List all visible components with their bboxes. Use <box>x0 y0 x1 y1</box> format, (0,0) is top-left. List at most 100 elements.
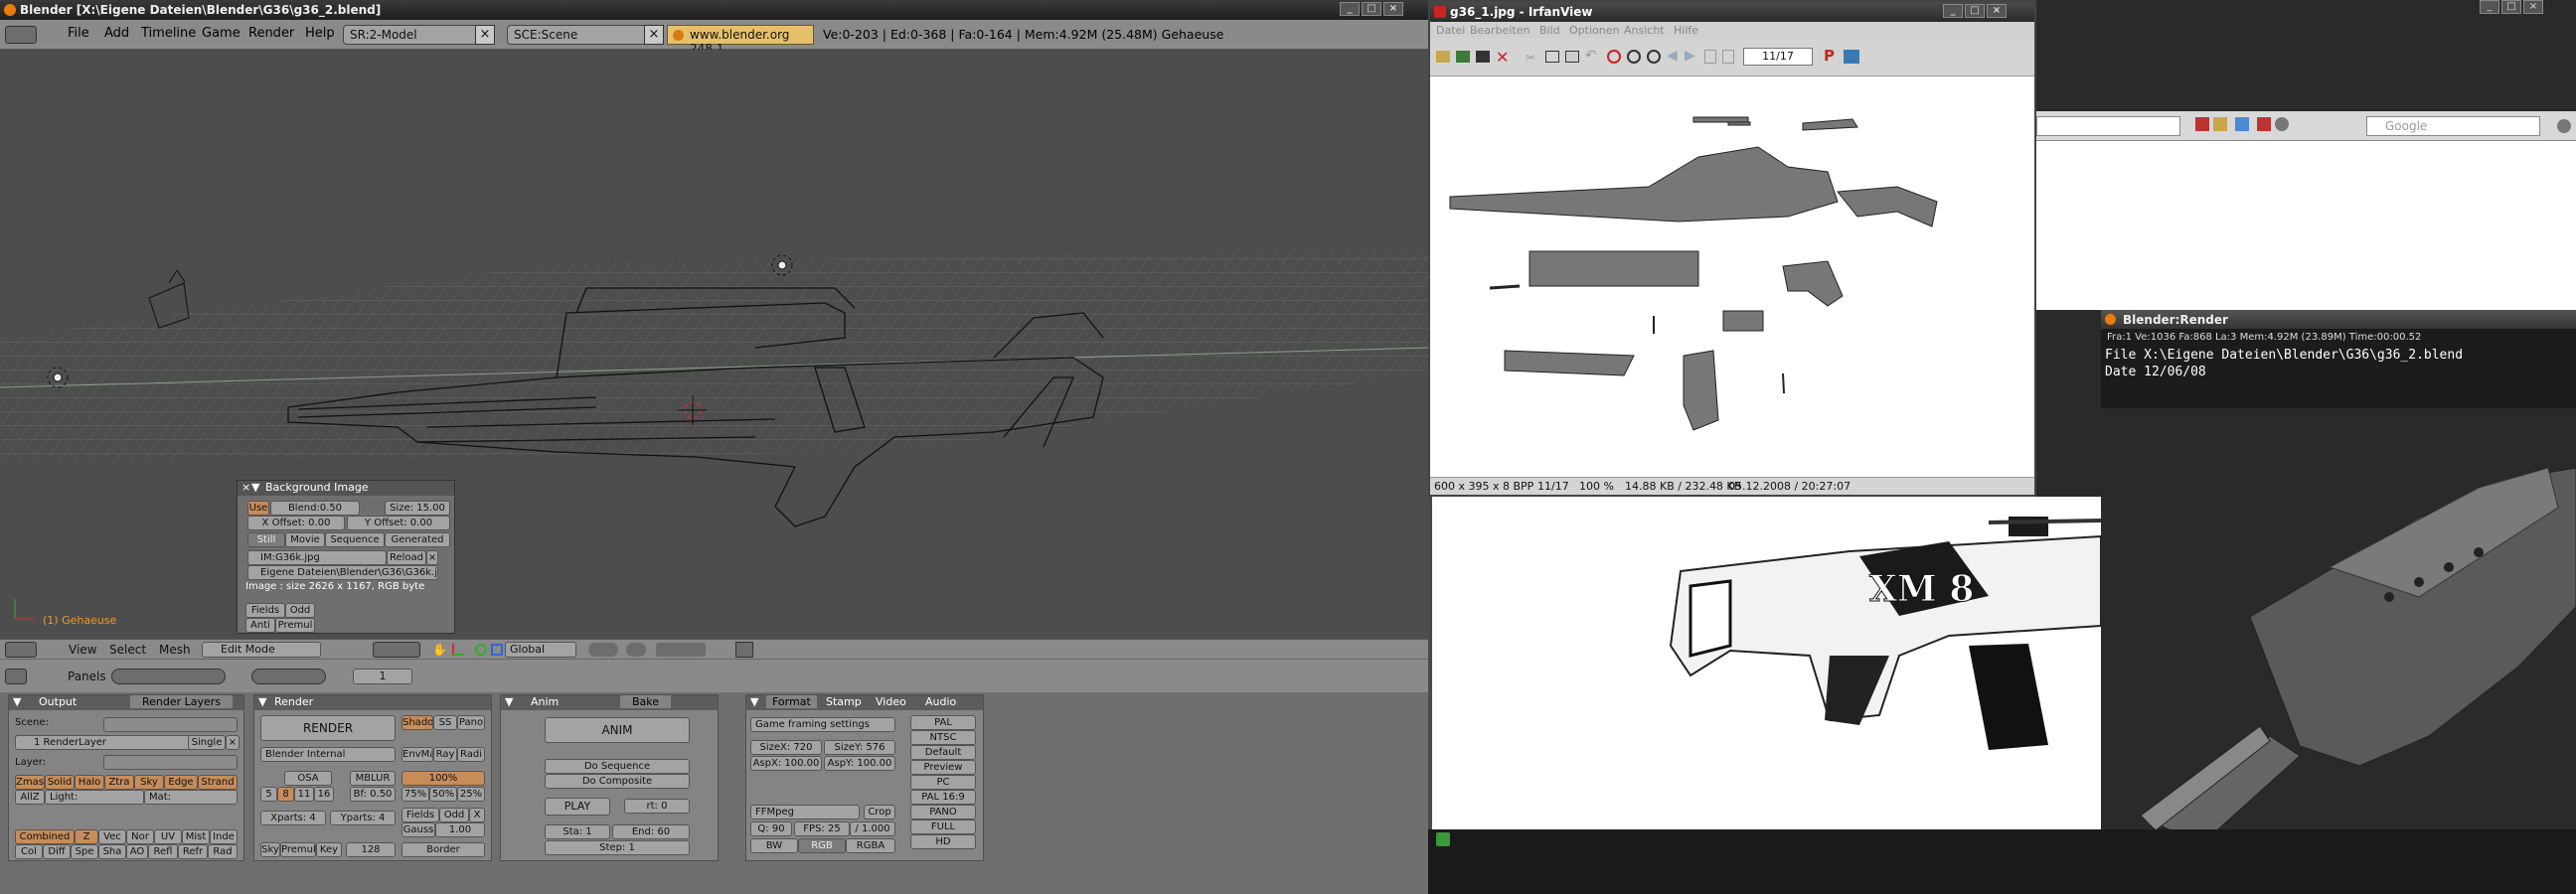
close-button[interactable]: × <box>2523 0 2543 14</box>
solid-toggle[interactable]: Solid <box>45 775 75 790</box>
orientation-selector[interactable]: Global <box>505 642 576 658</box>
tab-anim[interactable]: Anim <box>531 695 559 708</box>
zoom-in-icon[interactable] <box>1627 50 1641 64</box>
blend-slider[interactable]: Blend:0.50 <box>270 501 360 516</box>
page-counter[interactable]: 11/17 <box>1743 48 1813 66</box>
filter-size-field[interactable]: 1.00 <box>435 822 485 837</box>
play-button[interactable]: PLAY <box>545 798 610 816</box>
edge-toggle[interactable]: Edge <box>164 775 198 790</box>
undo-icon[interactable]: ↶ <box>1585 48 1597 64</box>
tab-render[interactable]: Render <box>274 695 313 708</box>
preset-pc[interactable]: PC <box>910 775 976 790</box>
do-sequence-toggle[interactable]: Do Sequence <box>545 759 690 774</box>
address-bar[interactable] <box>2036 116 2180 136</box>
shadow-toggle[interactable]: Shado <box>402 715 433 730</box>
fields-toggle[interactable]: Fields <box>245 603 285 618</box>
premul-toggle[interactable]: Premul <box>275 618 315 633</box>
tab-sequence[interactable]: Sequence <box>325 532 385 547</box>
image-close-button[interactable]: × <box>426 550 438 565</box>
blur-factor-field[interactable]: Bf: 0.50 <box>350 787 396 802</box>
menu-mesh[interactable]: Mesh <box>159 643 191 657</box>
layer-delete-button[interactable]: × <box>226 735 240 750</box>
translate-manipulator-icon[interactable] <box>452 644 464 656</box>
tab-still[interactable]: Still <box>247 532 285 547</box>
open-icon[interactable] <box>1436 51 1450 63</box>
addon-icon[interactable] <box>2195 117 2209 131</box>
pass-shadow[interactable]: Sha <box>98 844 126 859</box>
delete-icon[interactable]: ✕ <box>1496 48 1509 67</box>
menu-hilfe[interactable]: Hilfe <box>1674 24 1698 37</box>
minimize-button[interactable]: _ <box>2480 0 2499 14</box>
3d-viewport[interactable]: (1) Gehaeuse <box>0 50 1428 639</box>
tab-stamp[interactable]: Stamp <box>826 695 862 708</box>
menu-bearbeiten[interactable]: Bearbeiten <box>1470 24 1530 37</box>
collapse-icon[interactable]: ▼ <box>258 695 266 708</box>
fields-toggle[interactable]: Fields <box>402 808 439 822</box>
mat-field[interactable]: Mat: <box>144 790 238 805</box>
pass-spec[interactable]: Spe <box>71 844 98 859</box>
menu-ansicht[interactable]: Ansicht <box>1624 24 1665 37</box>
yparts-field[interactable]: Yparts: 4 <box>330 811 396 825</box>
menu-view[interactable]: View <box>69 643 96 657</box>
search-engine-icon[interactable] <box>2557 119 2571 133</box>
aspy-field[interactable]: AspY: 100.00 <box>824 756 895 771</box>
osa-16[interactable]: 16 <box>314 787 334 802</box>
pass-diff[interactable]: Diff <box>43 844 71 859</box>
collapse-icon[interactable]: ▼ <box>505 695 513 708</box>
menu-bild[interactable]: Bild <box>1539 24 1560 37</box>
preset-pano[interactable]: PANO <box>910 805 976 820</box>
pass-ao[interactable]: AO <box>126 844 148 859</box>
fps-base-field[interactable]: / 1.000 <box>850 821 895 836</box>
ss-toggle[interactable]: SS <box>433 715 457 730</box>
x-toggle[interactable]: X <box>469 808 485 822</box>
pass-mist[interactable]: Mist <box>182 829 210 844</box>
halo-toggle[interactable]: Halo <box>75 775 104 790</box>
mblur-toggle[interactable]: MBLUR <box>350 771 396 786</box>
sizey-field[interactable]: SizeY: 576 <box>824 740 895 755</box>
aspx-field[interactable]: AspX: 100.00 <box>750 756 822 771</box>
pass-refl[interactable]: Refl <box>148 844 178 859</box>
sizex-field[interactable]: SizeX: 720 <box>750 740 822 755</box>
preset-hd[interactable]: HD <box>910 834 976 849</box>
do-composite-toggle[interactable]: Do Composite <box>545 774 690 789</box>
paste-icon[interactable] <box>1565 51 1579 63</box>
odd-toggle[interactable]: Odd <box>285 603 315 618</box>
tab-video[interactable]: Video <box>876 695 906 708</box>
menu-timeline[interactable]: Timeline <box>141 26 196 41</box>
image-name-field[interactable]: IM:G36k.jpg <box>247 550 387 565</box>
mode-selector[interactable]: Edit Mode <box>202 642 321 658</box>
layer-buttons[interactable] <box>103 755 238 770</box>
single-toggle[interactable]: Single <box>188 735 226 750</box>
file-format-selector[interactable]: FFMpeg <box>750 805 860 820</box>
tab-output[interactable]: Output <box>39 695 77 708</box>
anim-button[interactable]: ANIM <box>545 717 690 743</box>
addon-icon[interactable] <box>2213 117 2227 131</box>
close-button[interactable]: × <box>1987 4 2007 18</box>
size-100-button[interactable]: 100% <box>402 771 485 786</box>
game-framing-button[interactable]: Game framing settings <box>750 717 895 732</box>
premul-button[interactable]: Premul <box>280 842 316 857</box>
image-path-field[interactable]: Eigene Dateien\Blender\G36\G36k.jpg <box>247 565 438 580</box>
menu-optionen[interactable]: Optionen <box>1569 24 1619 37</box>
close-button[interactable]: × <box>1383 2 1403 16</box>
preset-full[interactable]: FULL <box>910 820 976 834</box>
tab-generated[interactable]: Generated <box>385 532 450 547</box>
pass-index[interactable]: Inde <box>210 829 238 844</box>
strand-toggle[interactable]: Strand <box>198 775 238 790</box>
menu-select[interactable]: Select <box>109 643 146 657</box>
maximize-button[interactable]: □ <box>2501 0 2521 14</box>
preset-pal[interactable]: PAL <box>910 715 976 730</box>
ray-toggle[interactable]: Ray <box>433 747 457 762</box>
addon-icon[interactable] <box>2235 117 2249 131</box>
menu-datei[interactable]: Datei <box>1436 24 1465 37</box>
preset-ntsc[interactable]: NTSC <box>910 730 976 745</box>
menu-file[interactable]: File <box>68 26 89 41</box>
x-offset-field[interactable]: X Offset: 0.00 <box>247 516 345 530</box>
panels-menu[interactable]: Panels <box>68 670 106 683</box>
preset-preview[interactable]: Preview <box>910 760 976 775</box>
render-button[interactable]: RENDER <box>260 715 396 741</box>
hand-icon[interactable]: ✋ <box>432 643 447 657</box>
window-type-menu[interactable] <box>5 26 37 44</box>
render-preview-icon[interactable] <box>735 642 753 658</box>
maximize-button[interactable]: □ <box>1965 4 1985 18</box>
